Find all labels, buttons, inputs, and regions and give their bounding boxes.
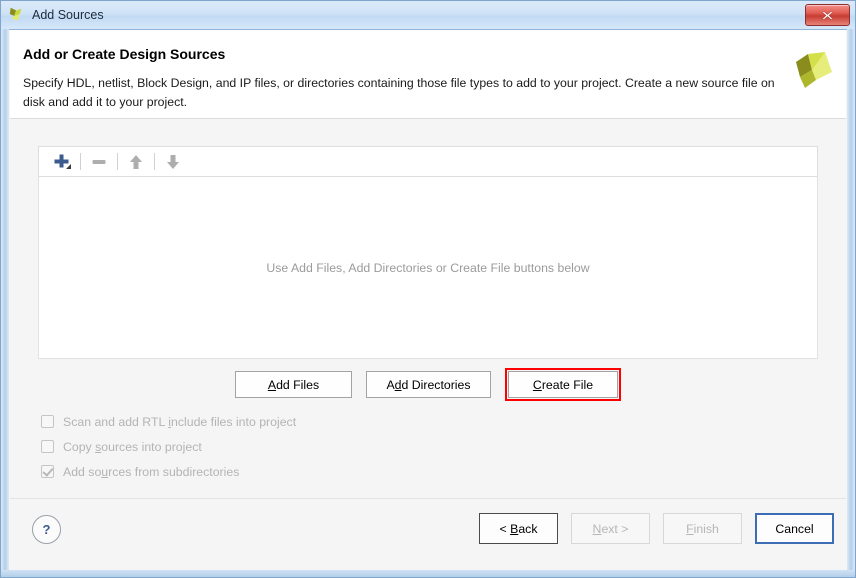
help-label: ? bbox=[43, 522, 51, 537]
minus-icon bbox=[89, 152, 109, 172]
create-file-label: Create File bbox=[533, 378, 593, 392]
source-list-area[interactable]: Use Add Files, Add Directories or Create… bbox=[38, 177, 818, 359]
source-list-empty-message: Use Add Files, Add Directories or Create… bbox=[266, 261, 589, 275]
xilinx-logo-icon bbox=[8, 6, 26, 24]
remove-sources-button[interactable] bbox=[84, 150, 114, 174]
toolbar-separator bbox=[117, 153, 118, 170]
arrow-up-icon bbox=[126, 152, 146, 172]
next-label: Next > bbox=[593, 522, 629, 536]
add-files-button[interactable]: Add Files bbox=[235, 371, 352, 398]
cancel-label: Cancel bbox=[775, 522, 813, 536]
close-button[interactable] bbox=[805, 4, 850, 26]
checkbox-add-subdirectories[interactable] bbox=[41, 465, 54, 478]
window-title: Add Sources bbox=[32, 8, 104, 22]
window-titlebar[interactable]: Add Sources bbox=[1, 1, 855, 30]
dialog-header: Add or Create Design Sources Specify HDL… bbox=[10, 30, 846, 119]
next-button[interactable]: Next > bbox=[571, 513, 650, 544]
source-list-panel: Use Add Files, Add Directories or Create… bbox=[38, 146, 818, 359]
checkbox-scan-rtl-include[interactable] bbox=[41, 415, 54, 428]
move-up-button[interactable] bbox=[121, 150, 151, 174]
option-scan-rtl-include-label: Scan and add RTL include files into proj… bbox=[63, 415, 296, 429]
create-file-button[interactable]: Create File bbox=[508, 371, 618, 398]
add-files-label: Add Files bbox=[268, 378, 319, 392]
xilinx-pinwheel-icon bbox=[792, 50, 834, 94]
wizard-navigation-buttons: < Back Next > Finish Cancel bbox=[479, 513, 834, 544]
toolbar-separator bbox=[154, 153, 155, 170]
back-button[interactable]: < Back bbox=[479, 513, 558, 544]
back-label: < Back bbox=[500, 522, 538, 536]
source-list-toolbar bbox=[38, 146, 818, 177]
dialog-footer: ? < Back Next > Finish Cancel bbox=[10, 498, 846, 570]
help-button[interactable]: ? bbox=[32, 515, 61, 544]
checkbox-copy-sources[interactable] bbox=[41, 440, 54, 453]
add-sources-dialog: Add Sources Add or Create Design Sources… bbox=[0, 0, 856, 578]
option-add-subdirectories[interactable]: Add sources from subdirectories bbox=[41, 459, 296, 484]
add-sources-button[interactable] bbox=[47, 150, 77, 174]
close-icon bbox=[822, 10, 833, 21]
page-description: Specify HDL, netlist, Block Design, and … bbox=[23, 74, 783, 112]
toolbar-separator bbox=[80, 153, 81, 170]
cancel-button[interactable]: Cancel bbox=[755, 513, 834, 544]
window-frame-left bbox=[1, 29, 9, 577]
move-down-button[interactable] bbox=[158, 150, 188, 174]
source-action-buttons: Add Files Add Directories Create File bbox=[10, 368, 846, 401]
window-frame-bottom bbox=[1, 570, 855, 577]
finish-label: Finish bbox=[686, 522, 719, 536]
create-file-highlight-box: Create File bbox=[505, 368, 621, 401]
plus-icon bbox=[52, 152, 72, 172]
source-options: Scan and add RTL include files into proj… bbox=[41, 409, 296, 484]
finish-button[interactable]: Finish bbox=[663, 513, 742, 544]
dialog-body: Use Add Files, Add Directories or Create… bbox=[10, 119, 846, 499]
page-title: Add or Create Design Sources bbox=[23, 46, 225, 62]
option-copy-sources[interactable]: Copy sources into project bbox=[41, 434, 296, 459]
option-copy-sources-label: Copy sources into project bbox=[63, 440, 202, 454]
option-add-subdirectories-label: Add sources from subdirectories bbox=[63, 465, 239, 479]
add-directories-label: Add Directories bbox=[386, 378, 470, 392]
window-frame-right bbox=[847, 29, 855, 577]
arrow-down-icon bbox=[163, 152, 183, 172]
option-scan-rtl-include[interactable]: Scan and add RTL include files into proj… bbox=[41, 409, 296, 434]
add-directories-button[interactable]: Add Directories bbox=[366, 371, 491, 398]
